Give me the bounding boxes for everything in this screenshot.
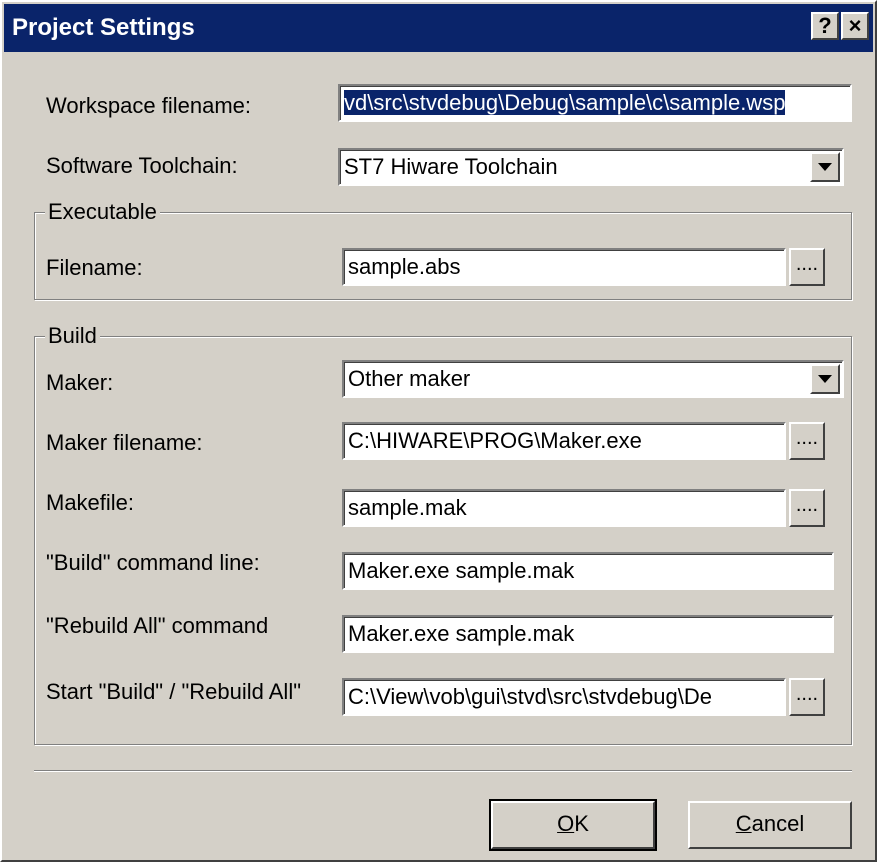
rebuild-command-field[interactable]: Maker.exe sample.mak [342, 615, 834, 653]
cancel-mnemonic: C [735, 811, 752, 836]
makefile-label: Makefile: [46, 490, 135, 515]
chevron-down-icon[interactable] [810, 152, 840, 182]
chevron-down-icon[interactable] [810, 364, 840, 394]
close-button[interactable]: × [841, 12, 869, 40]
title-bar[interactable]: Project Settings ? × [4, 4, 873, 52]
build-group-title: Build [45, 323, 100, 349]
software-toolchain-value: ST7 Hiware Toolchain [344, 154, 558, 179]
software-toolchain-dropdown[interactable]: ST7 Hiware Toolchain [338, 148, 844, 186]
ok-mnemonic: O [557, 811, 575, 836]
makefile-browse-button[interactable]: .... [789, 489, 825, 527]
start-directory-label: Start "Build" / "Rebuild All" [46, 679, 302, 703]
cancel-label-rest: ancel [751, 811, 805, 836]
maker-value: Other maker [348, 366, 471, 391]
maker-filename-browse-button[interactable]: .... [789, 422, 825, 460]
build-command-label: "Build" command line: [46, 550, 260, 575]
maker-label: Maker: [46, 370, 114, 395]
makefile-field[interactable]: sample.mak [342, 489, 786, 527]
separator-line [34, 770, 852, 772]
build-command-field[interactable]: Maker.exe sample.mak [342, 552, 834, 590]
start-directory-field[interactable]: C:\View\vob\gui\stvd\src\stvdebug\De [342, 678, 786, 716]
start-directory-browse-button[interactable]: .... [789, 678, 825, 716]
dialog-title: Project Settings [12, 14, 195, 41]
executable-browse-button[interactable]: .... [789, 248, 825, 286]
cancel-button[interactable]: Cancel [688, 801, 852, 849]
maker-filename-field[interactable]: C:\HIWARE\PROG\Maker.exe [342, 422, 786, 460]
workspace-filename-value: vd\src\stvdebug\Debug\sample\c\sample.ws… [344, 90, 786, 115]
software-toolchain-label: Software Toolchain: [46, 153, 238, 178]
executable-filename-field[interactable]: sample.abs [342, 248, 786, 286]
rebuild-command-label: "Rebuild All" command [46, 613, 269, 637]
workspace-filename-label: Workspace filename: [46, 93, 252, 118]
maker-dropdown[interactable]: Other maker [342, 360, 844, 398]
project-settings-dialog: Project Settings ? × Workspace filename:… [0, 0, 877, 862]
executable-group-title: Executable [45, 199, 160, 225]
help-button[interactable]: ? [811, 12, 839, 40]
executable-filename-label: Filename: [46, 255, 143, 280]
workspace-filename-field[interactable]: vd\src\stvdebug\Debug\sample\c\sample.ws… [338, 84, 852, 122]
ok-label-rest: K [574, 811, 589, 836]
ok-button[interactable]: OK [489, 799, 657, 851]
maker-filename-label: Maker filename: [46, 430, 203, 455]
